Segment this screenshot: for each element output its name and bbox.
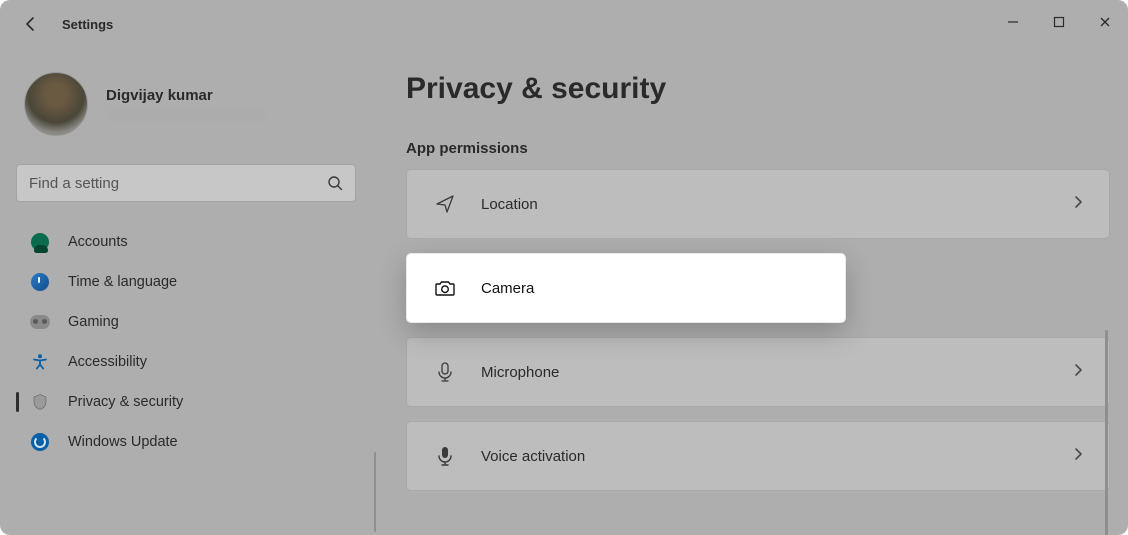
time-language-icon [30, 272, 50, 292]
back-button[interactable] [22, 15, 40, 33]
sidebar-item-label: Gaming [68, 314, 119, 330]
gaming-icon [30, 312, 50, 332]
search-icon [327, 175, 343, 191]
permission-row-label: Location [481, 196, 1071, 213]
sidebar-item-accessibility[interactable]: Accessibility [16, 342, 371, 382]
sidebar-item-privacy-security[interactable]: Privacy & security [16, 382, 371, 422]
permission-row-camera[interactable]: Camera [406, 253, 846, 323]
microphone-icon [431, 361, 459, 383]
chevron-right-icon [1071, 447, 1085, 466]
sidebar-item-windows-update[interactable]: Windows Update [16, 422, 371, 462]
window-controls [990, 0, 1128, 44]
sidebar: Digvijay kumar Accounts Time & language … [16, 72, 371, 462]
minimize-button[interactable] [990, 0, 1036, 44]
top-bar: Settings [0, 0, 113, 48]
windows-update-icon [30, 432, 50, 452]
location-arrow-icon [431, 193, 459, 215]
shield-icon [30, 392, 50, 412]
search-input[interactable] [29, 175, 309, 192]
sidebar-item-gaming[interactable]: Gaming [16, 302, 371, 342]
permission-row-label: Voice activation [481, 448, 1071, 465]
permission-row-microphone[interactable]: Microphone [406, 337, 1110, 407]
sidebar-item-time-language[interactable]: Time & language [16, 262, 371, 302]
profile-text: Digvijay kumar [106, 87, 266, 122]
profile-email-redacted [106, 108, 266, 122]
avatar [24, 72, 88, 136]
sidebar-item-label: Accessibility [68, 354, 147, 370]
maximize-button[interactable] [1036, 0, 1082, 44]
accounts-icon [30, 232, 50, 252]
chevron-right-icon [1071, 195, 1085, 214]
settings-window: Settings Digvijay kumar Accounts Time & [0, 0, 1128, 535]
app-title: Settings [62, 17, 113, 32]
close-button[interactable] [1082, 0, 1128, 44]
profile-block[interactable]: Digvijay kumar [24, 72, 371, 136]
sidebar-item-label: Windows Update [68, 434, 178, 450]
sidebar-scrollbar[interactable] [374, 452, 376, 532]
camera-icon [431, 276, 459, 300]
sidebar-item-accounts[interactable]: Accounts [16, 222, 371, 262]
chevron-right-icon [1071, 363, 1085, 382]
sidebar-item-label: Accounts [68, 234, 128, 250]
section-title: App permissions [406, 140, 1110, 157]
sidebar-item-label: Time & language [68, 274, 177, 290]
nav-list: Accounts Time & language Gaming Accessib… [16, 222, 371, 462]
page-title: Privacy & security [406, 72, 1110, 106]
search-box[interactable] [16, 164, 356, 202]
voice-activation-icon [431, 445, 459, 467]
accessibility-icon [30, 352, 50, 372]
sidebar-item-label: Privacy & security [68, 394, 183, 410]
permission-row-label: Microphone [481, 364, 1071, 381]
permission-row-label: Camera [481, 280, 821, 297]
permission-row-location[interactable]: Location [406, 169, 1110, 239]
main-content: Privacy & security App permissions Locat… [406, 72, 1110, 535]
main-scrollbar[interactable] [1105, 330, 1108, 535]
profile-name: Digvijay kumar [106, 87, 266, 104]
permission-row-voice-activation[interactable]: Voice activation [406, 421, 1110, 491]
